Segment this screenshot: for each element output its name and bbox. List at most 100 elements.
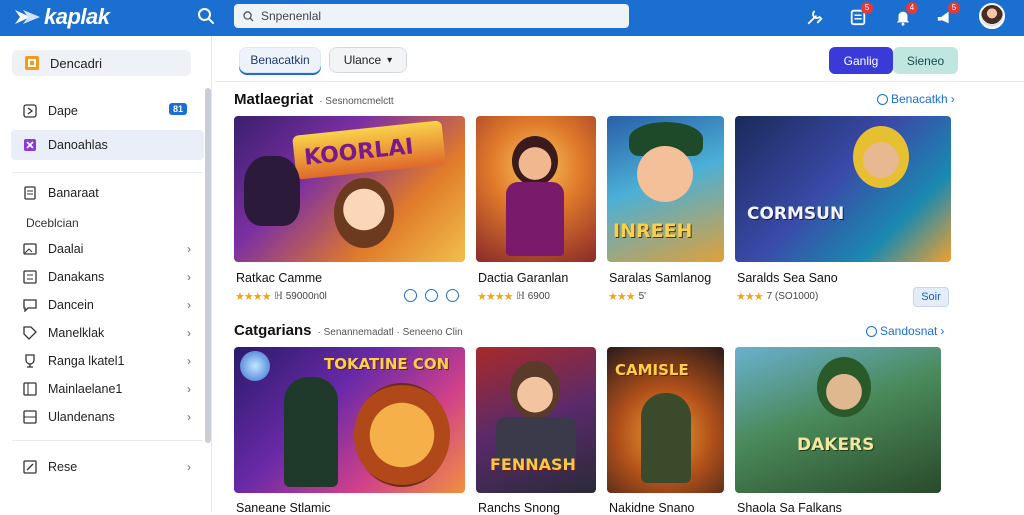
user-avatar[interactable] — [979, 3, 1005, 29]
sidebar-item-label: Manelklak — [48, 326, 105, 340]
sidebar-scrollbar[interactable] — [205, 88, 211, 443]
game-thumbnail[interactable] — [476, 116, 596, 262]
game-card[interactable]: FENNASH Ranchs Snong — [476, 347, 596, 515]
star-rating-icon: ★★★★ — [235, 291, 271, 303]
sidebar-home-label: Dencadri — [50, 55, 103, 71]
game-thumbnail[interactable]: CORMSUN — [735, 116, 951, 262]
game-thumbnail[interactable]: KOORLAI — [234, 116, 465, 262]
sidebar-divider — [12, 172, 202, 173]
search-input[interactable] — [261, 9, 621, 23]
sidebar-item-label: Daalai — [48, 242, 84, 256]
filter-dropdown-label: Ulance — [343, 53, 382, 67]
filter-dropdown[interactable]: Ulance ▾ — [329, 47, 407, 73]
secondary-button[interactable]: Sieneo — [893, 47, 958, 74]
search-bar[interactable] — [234, 4, 629, 28]
messages-button[interactable]: 5 — [845, 2, 873, 30]
sidebar-item-danoahlas[interactable]: Danoahlas — [22, 134, 197, 156]
game-card[interactable]: TOKATINE CON Saneane Stlamic — [234, 347, 466, 515]
edit-icon — [22, 459, 38, 475]
game-title[interactable]: Saralas Samlanog — [609, 271, 711, 285]
sidebar-item-label: Dape — [48, 104, 78, 118]
notifications-badge: 4 — [906, 2, 918, 14]
sidebar-item-banaraat[interactable]: Banaraat — [22, 182, 197, 204]
search-icon[interactable] — [196, 6, 216, 26]
game-card[interactable]: CAMISLE Nakidne Snano — [607, 347, 725, 515]
game-title[interactable]: Ranchs Snong — [478, 501, 560, 515]
sidebar-home[interactable]: Dencadri — [12, 50, 191, 76]
circle-icon — [877, 93, 888, 105]
document-icon — [22, 185, 38, 201]
game-thumbnail[interactable]: FENNASH — [476, 347, 596, 493]
alerts-button[interactable]: 5 — [932, 2, 960, 30]
sidebar-item-label: Danoahlas — [48, 138, 108, 152]
card-actions — [404, 289, 459, 302]
game-meta: 7 (SO1000) — [766, 291, 819, 302]
sidebar-item-danakans[interactable]: Danakans › — [22, 266, 197, 288]
game-thumbnail[interactable]: DAKERS — [735, 347, 941, 493]
game-thumbnail[interactable]: TOKATINE CON — [234, 347, 465, 493]
sidebar-item-mainlaelane[interactable]: Mainlaelane1 › — [22, 378, 197, 400]
puzzle-icon — [22, 137, 38, 153]
game-title[interactable]: Dactia Garanlan — [478, 271, 568, 285]
filter-bar: Benacatkin Ulance ▾ Ganlig Sieneo — [215, 36, 1024, 82]
game-title[interactable]: Shaola Sa Falkans — [737, 501, 842, 515]
game-title[interactable]: Nakidne Snano — [609, 501, 694, 515]
lock-icon[interactable] — [404, 289, 417, 302]
star-rating-icon: ★★★ — [608, 291, 636, 303]
sidebar-item-ranga[interactable]: Ranga lkatel1 › — [22, 350, 197, 372]
chevron-right-icon: › — [187, 326, 191, 340]
game-card[interactable]: Dactia Garanlan ★★★★ ℍ 6900 — [476, 116, 596, 306]
chevron-right-icon: › — [187, 242, 191, 256]
section-see-all-link-2[interactable]: Sandosnat › — [866, 324, 944, 338]
section-subtitle: · Sesnomcmelctt — [319, 96, 394, 107]
sidebar-divider — [12, 440, 202, 441]
game-title[interactable]: Saralds Sea Sano — [737, 271, 838, 285]
top-bar: kaplak 5 4 5 — [0, 0, 1024, 36]
sidebar-item-dape[interactable]: Dape 81 — [22, 100, 197, 122]
star-rating-icon: ★★★ — [736, 291, 764, 303]
game-card[interactable]: KOORLAI Ratkac Camme ★★★★ ℍ 59000n0l — [234, 116, 466, 306]
chevron-right-icon: › — [187, 382, 191, 396]
game-title[interactable]: Saneane Stlamic — [236, 501, 331, 515]
game-card[interactable]: CORMSUN Saralds Sea Sano ★★★ 7 (SO1000) … — [735, 116, 953, 307]
chevron-right-icon: › — [187, 298, 191, 312]
chevron-right-icon: › — [187, 354, 191, 368]
game-art-title: CAMISLE — [615, 361, 689, 379]
game-meta: ℍ 59000n0l — [274, 291, 327, 302]
chevron-right-icon: › — [187, 460, 191, 474]
chat-icon — [22, 297, 38, 313]
search-field-icon — [243, 10, 254, 22]
image-icon — [22, 241, 38, 257]
main-content: Benacatkin Ulance ▾ Ganlig Sieneo Matlae… — [215, 36, 1024, 515]
sidebar-item-ulandenans[interactable]: Ulandenans › — [22, 406, 197, 428]
game-rating: ★★★★ ℍ 6900 — [477, 290, 550, 303]
circle-icon[interactable] — [425, 289, 438, 302]
trophy-icon — [22, 353, 38, 369]
sidebar-item-manelklak[interactable]: Manelklak › — [22, 322, 197, 344]
chevron-right-icon: › — [940, 324, 945, 338]
game-card[interactable]: INREEH Saralas Samlanog ★★★ 5' — [607, 116, 725, 306]
sidebar-item-daalai[interactable]: Daalai › — [22, 238, 197, 260]
game-title[interactable]: Ratkac Camme — [236, 271, 322, 285]
circle-icon — [866, 325, 877, 337]
chevron-down-icon: ▾ — [387, 54, 393, 66]
sidebar-item-rese[interactable]: Rese › — [22, 456, 197, 478]
notifications-button[interactable]: 4 — [890, 2, 918, 30]
game-art-title: DAKERS — [797, 435, 875, 455]
play-button[interactable]: Soir — [913, 287, 949, 307]
sidebar-item-label: Ulandenans — [48, 410, 115, 424]
filter-chip-active[interactable]: Benacatkin — [239, 47, 321, 73]
wrench-icon — [807, 10, 823, 25]
chevron-right-icon: › — [187, 410, 191, 424]
info-icon[interactable] — [446, 289, 459, 302]
tools-button[interactable] — [802, 4, 828, 30]
primary-button[interactable]: Ganlig — [829, 47, 893, 74]
section-title-1: Matlaegriat · Sesnomcmelctt — [234, 91, 394, 108]
game-thumbnail[interactable]: CAMISLE — [607, 347, 724, 493]
sidebar-item-dancein[interactable]: Dancein › — [22, 294, 197, 316]
game-thumbnail[interactable]: INREEH — [607, 116, 724, 262]
game-card[interactable]: DAKERS Shaola Sa Falkans — [735, 347, 953, 515]
section-see-all-link-1[interactable]: Benacatkh › — [877, 92, 955, 106]
app-logo[interactable]: kaplak — [14, 4, 110, 29]
messages-badge: 5 — [861, 2, 873, 14]
